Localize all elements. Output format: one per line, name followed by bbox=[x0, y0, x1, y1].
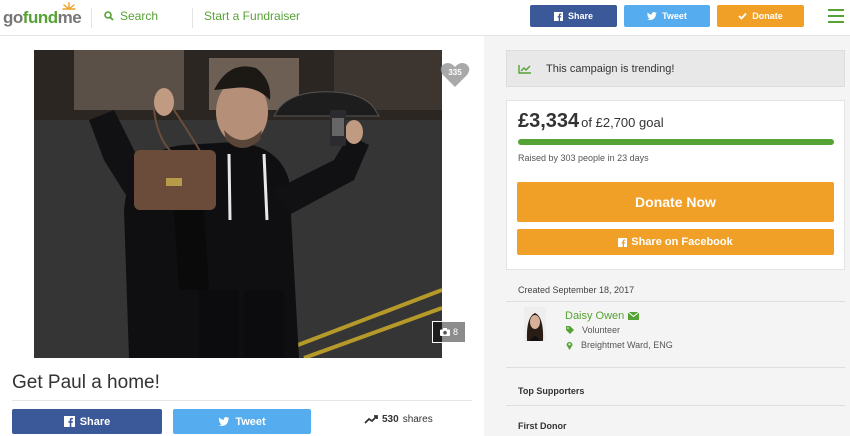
title-divider bbox=[12, 400, 472, 401]
share-on-facebook-label: Share on Facebook bbox=[631, 236, 733, 248]
tag-icon bbox=[566, 326, 574, 334]
share-label: Share bbox=[79, 415, 111, 428]
organizer-name: Daisy Owen bbox=[565, 310, 625, 322]
heart-count: 335 bbox=[448, 68, 462, 77]
share-on-facebook-button[interactable]: Share on Facebook bbox=[517, 229, 834, 255]
start-fundraiser-link[interactable]: Start a Fundraiser bbox=[204, 9, 300, 23]
divider bbox=[506, 301, 845, 302]
trending-text: This campaign is trending! bbox=[546, 62, 675, 75]
header-divider bbox=[91, 8, 92, 28]
hamburger-menu-icon[interactable] bbox=[828, 9, 844, 23]
search-icon bbox=[104, 11, 114, 21]
share-count: 530 shares bbox=[364, 414, 433, 425]
organizer-role-text: Volunteer bbox=[582, 325, 621, 335]
created-date: Created September 18, 2017 bbox=[518, 285, 635, 295]
envelope-icon[interactable] bbox=[628, 312, 640, 320]
campaign-photo-image bbox=[34, 50, 442, 358]
header-share-button[interactable]: Share bbox=[530, 5, 617, 27]
goal-amount: of £2,700 goal bbox=[581, 115, 664, 130]
checkmark-icon bbox=[738, 12, 747, 20]
tweet-label: Tweet bbox=[235, 415, 266, 428]
tweet-button[interactable]: Tweet bbox=[173, 409, 311, 434]
share-count-label: shares bbox=[402, 414, 433, 425]
progress-bar-fill bbox=[518, 139, 834, 145]
divider bbox=[506, 405, 845, 406]
amount-raised: £3,334 of £2,700 goal bbox=[518, 110, 664, 133]
top-supporters-heading: Top Supporters bbox=[518, 386, 585, 396]
photo-count-badge[interactable]: 8 bbox=[432, 321, 466, 343]
camera-icon bbox=[439, 328, 450, 336]
facebook-icon bbox=[618, 237, 628, 247]
header-donate-label: Donate bbox=[752, 11, 783, 21]
facebook-icon bbox=[553, 11, 563, 21]
header-tweet-button[interactable]: Tweet bbox=[624, 5, 710, 27]
search-link[interactable]: Search bbox=[104, 9, 158, 23]
campaign-title: Get Paul a home! bbox=[12, 372, 160, 393]
raised-by-text: Raised by 303 people in 23 days bbox=[518, 153, 649, 163]
header-donate-button[interactable]: Donate bbox=[717, 5, 804, 27]
trending-chart-icon bbox=[518, 64, 531, 74]
share-count-value: 530 bbox=[382, 414, 399, 425]
gofundme-logo[interactable]: gofundme bbox=[3, 8, 82, 28]
photo-count: 8 bbox=[452, 327, 458, 337]
search-label: Search bbox=[120, 9, 159, 23]
donate-now-button[interactable]: Donate Now bbox=[517, 182, 834, 222]
divider bbox=[506, 367, 845, 368]
organizer-avatar[interactable] bbox=[524, 307, 546, 341]
organizer-location: Breightmet Ward, ENG bbox=[566, 340, 673, 350]
twitter-icon bbox=[647, 11, 658, 20]
trending-icon bbox=[364, 415, 378, 424]
logo-sun-icon bbox=[62, 2, 76, 10]
organizer-role: Volunteer bbox=[566, 325, 620, 335]
header-share-label: Share bbox=[567, 11, 593, 21]
campaign-photo[interactable] bbox=[34, 50, 442, 358]
trending-banner: This campaign is trending! bbox=[506, 50, 845, 87]
location-pin-icon bbox=[566, 341, 573, 350]
organizer-location-text: Breightmet Ward, ENG bbox=[581, 340, 673, 350]
header-divider bbox=[192, 8, 193, 28]
twitter-icon bbox=[218, 416, 230, 426]
progress-bar bbox=[518, 139, 834, 145]
header-tweet-label: Tweet bbox=[662, 11, 687, 21]
first-donor-heading: First Donor bbox=[518, 421, 567, 431]
organizer-name-link[interactable]: Daisy Owen bbox=[565, 310, 640, 322]
site-header: gofundme Search Start a Fundraiser Share… bbox=[0, 0, 850, 36]
share-button[interactable]: Share bbox=[12, 409, 162, 434]
raised-amount: £3,334 bbox=[518, 110, 580, 132]
facebook-icon bbox=[63, 416, 75, 427]
